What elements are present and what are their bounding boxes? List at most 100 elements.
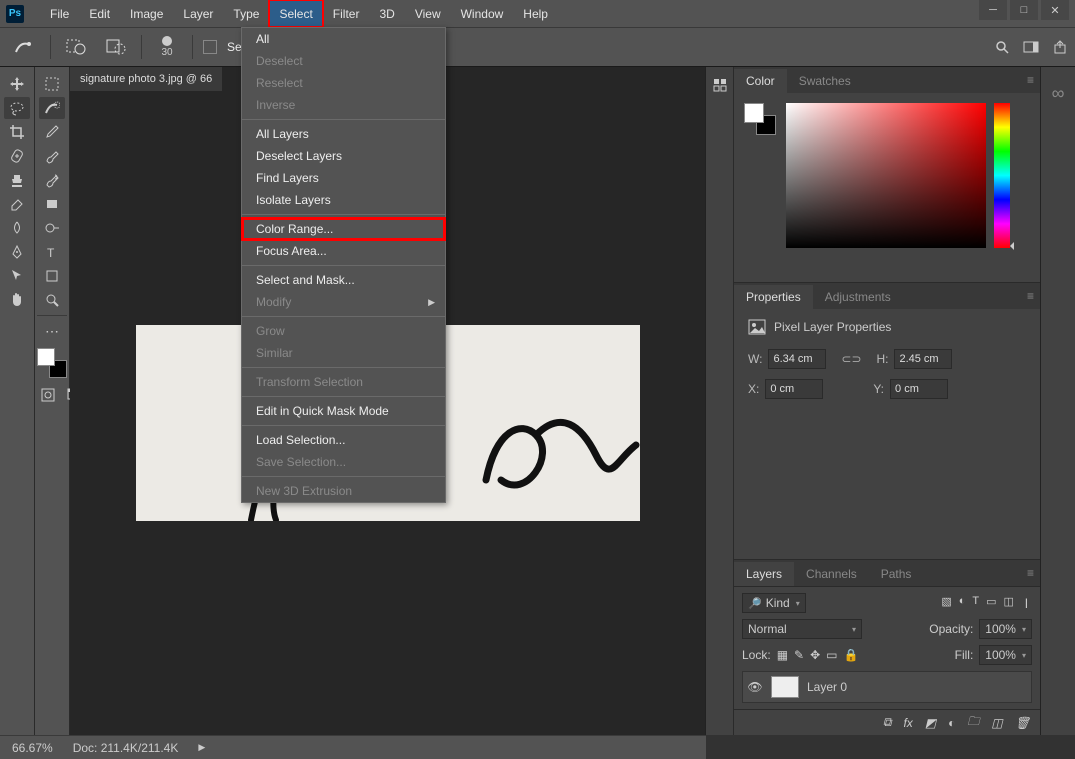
blur-tool-icon[interactable] [4,217,30,239]
menu-item-color-range[interactable]: Color Range... [242,218,445,240]
tab-properties[interactable]: Properties [734,285,813,309]
fg-bg-swatch[interactable] [37,348,67,378]
cc-libraries-strip[interactable]: ∞ [1040,67,1075,735]
y-input[interactable] [890,379,948,399]
color-swatch[interactable] [744,103,776,135]
lock-all-icon[interactable]: 🔒 [844,648,859,662]
tool-preset-icon[interactable] [10,35,40,59]
link-layers-icon[interactable]: ⧉ [883,715,892,730]
menu-item-focus-area[interactable]: Focus Area... [242,240,445,262]
lock-brush-icon[interactable]: ✎ [794,648,804,662]
menu-filter[interactable]: Filter [323,0,370,27]
hue-slider[interactable] [994,103,1010,248]
tab-swatches[interactable]: Swatches [787,69,863,93]
sample-all-checkbox[interactable] [203,40,217,54]
tab-layers[interactable]: Layers [734,562,794,586]
eyedropper-tool-icon[interactable] [39,121,65,143]
link-wh-icon[interactable]: ⊂⊃ [840,350,862,368]
minimize-button[interactable]: ─ [979,0,1007,20]
shape-tool-icon[interactable] [39,265,65,287]
menu-view[interactable]: View [405,0,451,27]
maximize-button[interactable]: □ [1010,0,1038,20]
history-panel-icon[interactable] [712,77,728,93]
dodge-tool-icon[interactable] [39,217,65,239]
menu-type[interactable]: Type [223,0,269,27]
blend-mode-select[interactable]: Normal▾ [742,619,862,639]
tab-paths[interactable]: Paths [869,562,924,586]
zoom-level[interactable]: 66.67% [12,741,53,755]
pen-tool-icon[interactable] [4,241,30,263]
filter-type-icon[interactable]: T [972,595,979,612]
menu-layer[interactable]: Layer [173,0,223,27]
menu-help[interactable]: Help [513,0,558,27]
lock-pos-icon[interactable]: ✥ [810,648,820,662]
selection-add-icon[interactable] [61,35,91,59]
menu-edit[interactable]: Edit [79,0,120,27]
brush-tool-icon[interactable] [39,145,65,167]
width-input[interactable] [768,349,826,369]
quick-mask-icon[interactable] [35,384,61,406]
menu-item-deselect-layers[interactable]: Deselect Layers [242,145,445,167]
menu-file[interactable]: File [40,0,79,27]
pointer-tool-icon[interactable] [4,265,30,287]
workspace-icon[interactable] [1023,41,1039,53]
quick-select-tool-icon[interactable] [39,97,65,119]
selection-sub-icon[interactable] [101,35,131,59]
stamp-tool-icon[interactable] [4,169,30,191]
more-tool-icon[interactable]: ⋯ [39,320,65,342]
filter-adjust-icon[interactable]: ◐ [959,595,966,612]
share-icon[interactable] [1053,40,1067,54]
opacity-input[interactable]: 100%▾ [979,619,1032,639]
lock-art-icon[interactable]: ▭ [826,648,837,662]
fx-icon[interactable]: fx [903,716,912,730]
fill-input[interactable]: 100%▾ [979,645,1032,665]
layer-item[interactable]: 👁 Layer 0 [742,671,1032,703]
menu-item-all-layers[interactable]: All Layers [242,123,445,145]
lock-trans-icon[interactable]: ▦ [777,648,788,662]
color-field[interactable] [786,103,986,248]
menu-item-load-selection[interactable]: Load Selection... [242,429,445,451]
close-button[interactable]: ✕ [1041,0,1069,20]
filter-shape-icon[interactable]: ▭ [986,595,996,612]
healing-tool-icon[interactable] [4,145,30,167]
tab-adjustments[interactable]: Adjustments [813,285,903,309]
new-layer-icon[interactable]: ◫ [991,716,1002,730]
history-brush-tool-icon[interactable] [39,169,65,191]
eraser-tool-icon[interactable] [4,193,30,215]
marquee-tool-icon[interactable] [39,73,65,95]
hand-tool-icon[interactable] [4,289,30,311]
doc-size[interactable]: Doc: 211.4K/211.4K [73,741,179,755]
layer-kind-select[interactable]: 🔎Kind▾ [742,593,806,613]
menu-item-edit-in-quick-mask-mode[interactable]: Edit in Quick Mask Mode [242,400,445,422]
zoom-tool-icon[interactable] [39,289,65,311]
document-tab[interactable]: signature photo 3.jpg @ 66 [70,67,222,91]
menu-item-all[interactable]: All [242,28,445,50]
menu-window[interactable]: Window [451,0,514,27]
tab-channels[interactable]: Channels [794,562,869,586]
lasso-tool-icon[interactable] [4,97,30,119]
filter-pixel-icon[interactable]: ▧ [941,595,951,612]
menu-item-find-layers[interactable]: Find Layers [242,167,445,189]
filter-smart-icon[interactable]: ◫ [1004,595,1014,612]
move-tool-icon[interactable] [4,73,30,95]
filter-toggle-icon[interactable]: ⏽ [1021,595,1032,612]
menu-image[interactable]: Image [120,0,173,27]
brush-size[interactable]: 30 [152,36,182,58]
type-tool-icon[interactable]: T [39,241,65,263]
panel-menu-icon[interactable]: ≡ [1027,289,1034,303]
menu-item-select-and-mask[interactable]: Select and Mask... [242,269,445,291]
visibility-icon[interactable]: 👁 [747,680,763,694]
trash-icon[interactable]: 🗑 [1015,716,1030,730]
adjust-layer-icon[interactable]: ◐ [948,716,955,730]
menu-item-isolate-layers[interactable]: Isolate Layers [242,189,445,211]
search-icon[interactable] [995,40,1009,54]
mask-icon[interactable]: ◩ [925,716,936,730]
x-input[interactable] [765,379,823,399]
panel-menu-icon[interactable]: ≡ [1027,73,1034,87]
group-icon[interactable]: 🗀 [967,712,979,733]
crop-tool-icon[interactable] [4,121,30,143]
menu-3d[interactable]: 3D [369,0,404,27]
height-input[interactable] [894,349,952,369]
panel-menu-icon[interactable]: ≡ [1027,566,1034,580]
bucket-tool-icon[interactable] [39,193,65,215]
